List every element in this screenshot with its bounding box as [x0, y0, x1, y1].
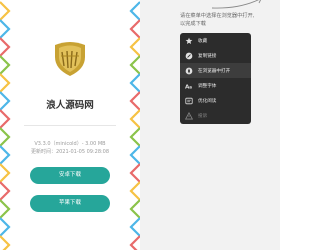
menu-item-label: 在浏览器中打开 — [198, 68, 231, 74]
android-download-button[interactable]: 安卓下载 — [30, 167, 110, 184]
menu-item-copy-link[interactable]: 复制链接 — [180, 48, 251, 63]
menu-item-reader-mode[interactable]: 优化阅读 — [180, 93, 251, 108]
menu-item-open-in-browser[interactable]: 在浏览器中打开 — [180, 63, 251, 78]
menu-item-label: 优化阅读 — [198, 98, 217, 104]
warning-icon — [185, 111, 193, 119]
app-logo-icon — [55, 42, 85, 76]
link-icon — [185, 52, 193, 59]
compass-icon — [185, 67, 193, 74]
decorative-border-right — [129, 1, 140, 250]
menu-item-label: 调整字体 — [198, 83, 217, 89]
menu-item-label: 收藏 — [198, 38, 208, 44]
divider — [24, 125, 116, 126]
reader-icon — [185, 97, 193, 104]
menu-item-report[interactable]: 投诉 — [180, 108, 251, 123]
svg-text:a: a — [189, 84, 192, 89]
app-name: 浪人源码网 — [46, 100, 94, 111]
star-icon — [185, 37, 193, 44]
menu-item-label: 投诉 — [198, 113, 208, 119]
hint-text: 请在菜单中选择在浏览器中打开, 以完成下载 — [180, 12, 275, 28]
hint-line-2: 以完成下载 — [180, 21, 206, 27]
update-time: 更新时间：2021-01-05 09:28:08 — [30, 149, 110, 155]
version-info: V3.3.0（minicold）- 3.00 MB — [34, 141, 106, 147]
menu-item-font-size[interactable]: A a 调整字体 — [180, 78, 251, 93]
browser-hint-panel: 请在菜单中选择在浏览器中打开, 以完成下载 收藏 复制链接 在浏览器中打开 A … — [140, 0, 280, 250]
menu-item-favorite[interactable]: 收藏 — [180, 33, 251, 48]
download-card: 浪人源码网 V3.3.0（minicold）- 3.00 MB 更新时间：202… — [0, 0, 140, 250]
font-size-icon: A a — [185, 84, 192, 90]
hint-line-1: 请在菜单中选择在浏览器中打开, — [180, 13, 255, 19]
context-menu: 收藏 复制链接 在浏览器中打开 A a 调整字体 优化阅读 投诉 — [180, 33, 251, 124]
apple-download-button[interactable]: 苹果下载 — [30, 195, 110, 212]
decorative-border-left — [0, 1, 11, 250]
menu-item-label: 复制链接 — [198, 53, 217, 59]
